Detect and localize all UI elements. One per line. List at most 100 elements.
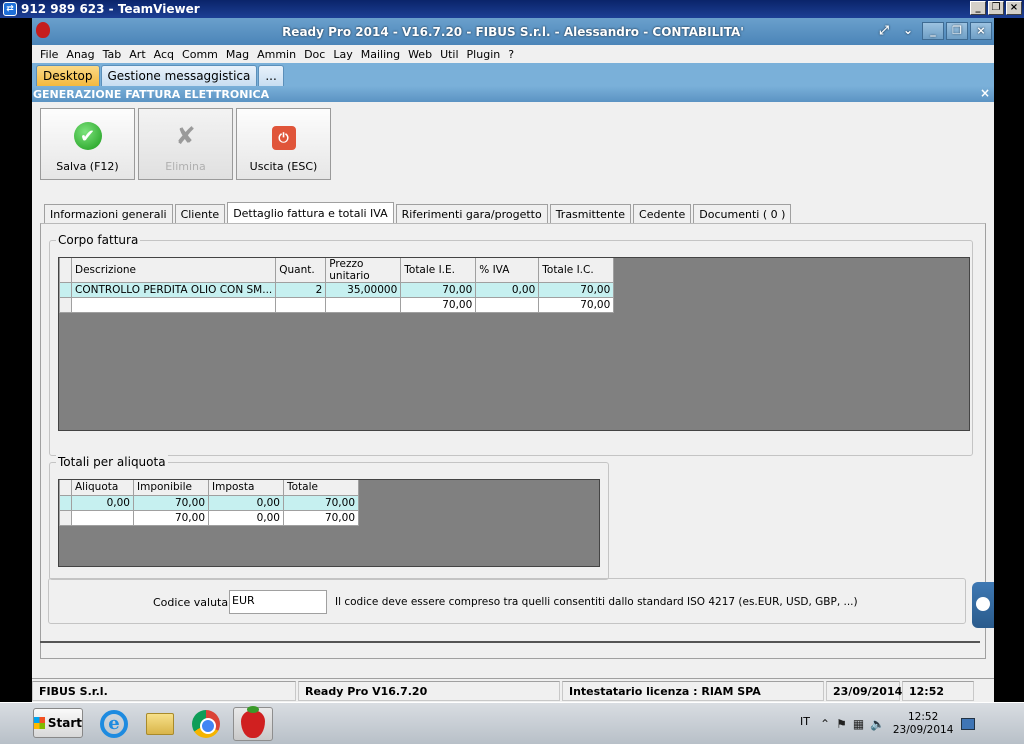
col-prezzo-unitario[interactable]: Prezzo unitario <box>325 258 402 283</box>
menu-plugin[interactable]: Plugin <box>463 48 505 61</box>
minimize-button[interactable]: _ <box>922 22 944 40</box>
chrome-icon <box>192 710 220 738</box>
fullscreen-icon[interactable]: ⤢ <box>874 21 894 39</box>
cell-quant[interactable]: 2 <box>275 282 327 298</box>
col-imposta[interactable]: Imposta <box>208 480 284 496</box>
tab-desktop[interactable]: Desktop <box>36 65 100 86</box>
tab-cedente[interactable]: Cedente <box>633 204 692 224</box>
close-button[interactable]: × <box>970 22 992 40</box>
exit-label: Uscita (ESC) <box>249 160 318 173</box>
tv-restore-button[interactable]: ❐ <box>988 1 1004 15</box>
statusbar: FIBUS S.r.l. Ready Pro V16.7.20 Intestat… <box>32 678 994 702</box>
corpo-fattura-title: Corpo fattura <box>56 233 141 247</box>
clock[interactable]: 12:52 23/09/2014 <box>891 711 955 737</box>
menu-doc[interactable]: Doc <box>300 48 329 61</box>
table-row[interactable]: CONTROLLO PERDITA OLIO CON SM... 2 35,00… <box>59 282 615 298</box>
teamviewer-titlebar: ⇄ 912 989 623 - TeamViewer _ ❐ × <box>0 0 1024 18</box>
col-iva[interactable]: % IVA <box>475 258 540 283</box>
status-version: Ready Pro V16.7.20 <box>298 680 560 701</box>
codice-valuta-label: Codice valuta : <box>153 596 236 609</box>
divider <box>40 641 980 643</box>
corpo-table: Descrizione Quant. Prezzo unitario Total… <box>59 258 615 313</box>
col-quant[interactable]: Quant. <box>275 258 327 283</box>
taskbar-ie[interactable]: e <box>94 707 134 741</box>
menu-help[interactable]: ? <box>504 48 518 61</box>
teamviewer-side-tab[interactable] <box>972 582 994 628</box>
speaker-icon[interactable]: 🔈 <box>870 717 885 731</box>
corpo-fattura-group: Corpo fattura Descrizione Quant. Prezzo … <box>49 233 973 456</box>
table-row[interactable]: 0,00 70,00 0,00 70,00 <box>59 494 359 511</box>
corpo-fattura-grid[interactable]: Descrizione Quant. Prezzo unitario Total… <box>58 257 970 431</box>
cell-descrizione[interactable]: CONTROLLO PERDITA OLIO CON SM... <box>70 282 277 298</box>
taskbar-chrome[interactable] <box>186 707 226 741</box>
menu-web[interactable]: Web <box>404 48 436 61</box>
tab-gestione-messaggistica[interactable]: Gestione messaggistica <box>100 65 258 86</box>
col-imponibile[interactable]: Imponibile <box>133 480 209 496</box>
menu-mailing[interactable]: Mailing <box>357 48 404 61</box>
teamviewer-side-icon <box>976 597 990 611</box>
menubar: File Anag Tab Art Acq Comm Mag Ammin Doc… <box>32 45 994 63</box>
col-totale-ic[interactable]: Totale I.C. <box>538 258 615 283</box>
table-row-totals[interactable]: 70,00 0,00 70,00 <box>59 509 359 526</box>
cell-totale-ie[interactable]: 70,00 <box>400 282 477 298</box>
menu-file[interactable]: File <box>36 48 62 61</box>
col-descrizione[interactable]: Descrizione <box>70 258 277 283</box>
power-icon: ⏻ <box>271 126 296 150</box>
tab-more[interactable]: ... <box>258 65 284 86</box>
totali-aliquota-grid[interactable]: Aliquota Imponibile Imposta Totale 0,00 … <box>58 479 600 567</box>
status-time: 12:52 <box>902 680 974 701</box>
cell-totale-ic[interactable]: 70,00 <box>538 282 615 298</box>
tab-cliente[interactable]: Cliente <box>174 204 226 224</box>
menu-mag[interactable]: Mag <box>222 48 253 61</box>
tab-trasmittente[interactable]: Trasmittente <box>549 204 632 224</box>
close-section-icon[interactable]: × <box>980 86 990 100</box>
tv-minimize-button[interactable]: _ <box>970 1 986 15</box>
col-aliquota[interactable]: Aliquota <box>71 480 134 496</box>
show-desktop-icon[interactable] <box>961 718 976 730</box>
start-button[interactable]: Start <box>33 708 83 738</box>
tv-close-button[interactable]: × <box>1006 1 1022 15</box>
save-button[interactable]: ✔ Salva (F12) <box>40 108 135 180</box>
codice-valuta-input[interactable]: EUR <box>229 590 327 614</box>
app-tabs: Desktop Gestione messaggistica ... <box>32 63 994 86</box>
network-icon[interactable]: ▦ <box>853 717 864 731</box>
menu-ammin[interactable]: Ammin <box>253 48 300 61</box>
menu-acq[interactable]: Acq <box>150 48 178 61</box>
status-license: Intestatario licenza : RIAM SPA <box>562 680 824 701</box>
menu-anag[interactable]: Anag <box>62 48 98 61</box>
clock-date: 23/09/2014 <box>892 724 954 736</box>
tab-riferimenti-gara[interactable]: Riferimenti gara/progetto <box>395 204 548 224</box>
toolbar: ✔ Salva (F12) ✘ Elimina ⏻ Uscita (ESC) <box>40 108 331 180</box>
totali-table: Aliquota Imponibile Imposta Totale 0,00 … <box>59 480 359 526</box>
delete-label: Elimina <box>165 160 206 173</box>
col-totale[interactable]: Totale <box>283 480 359 496</box>
tab-informazioni-generali[interactable]: Informazioni generali <box>44 204 173 224</box>
menu-util[interactable]: Util <box>436 48 462 61</box>
chevron-down-icon[interactable]: ⌄ <box>898 21 918 39</box>
menu-art[interactable]: Art <box>125 48 149 61</box>
language-indicator[interactable]: IT <box>800 715 810 728</box>
exit-button[interactable]: ⏻ Uscita (ESC) <box>236 108 331 180</box>
app-title: Ready Pro 2014 - V16.7.20 - FIBUS S.r.l.… <box>282 24 744 39</box>
menu-lay[interactable]: Lay <box>329 48 356 61</box>
section-header: GENERAZIONE FATTURA ELETTRONICA × <box>32 86 994 102</box>
tab-documenti[interactable]: Documenti ( 0 ) <box>693 204 792 224</box>
system-tray: ⌃ ⚑ ▦ 🔈 12:52 23/09/2014 <box>820 707 1022 741</box>
status-company: FIBUS S.r.l. <box>32 680 296 701</box>
total-ic: 70,00 <box>538 297 615 313</box>
taskbar-readypro[interactable] <box>233 706 273 741</box>
table-row-totals[interactable]: 70,00 70,00 <box>59 297 615 313</box>
taskbar-explorer[interactable] <box>140 707 180 741</box>
col-totale-ie[interactable]: Totale I.E. <box>400 258 477 283</box>
menu-comm[interactable]: Comm <box>178 48 222 61</box>
tab-dettaglio-fattura[interactable]: Dettaglio fattura e totali IVA <box>227 202 394 224</box>
chevron-up-icon[interactable]: ⌃ <box>820 717 830 731</box>
delete-button[interactable]: ✘ Elimina <box>138 108 233 180</box>
strawberry-icon <box>241 706 265 738</box>
detail-tabs: Informazioni generali Cliente Dettaglio … <box>44 202 792 224</box>
flag-icon[interactable]: ⚑ <box>836 717 847 731</box>
cell-iva[interactable]: 0,00 <box>475 282 540 298</box>
restore-button[interactable]: ❐ <box>946 22 968 40</box>
cell-prezzo[interactable]: 35,00000 <box>325 282 402 298</box>
menu-tab[interactable]: Tab <box>99 48 126 61</box>
